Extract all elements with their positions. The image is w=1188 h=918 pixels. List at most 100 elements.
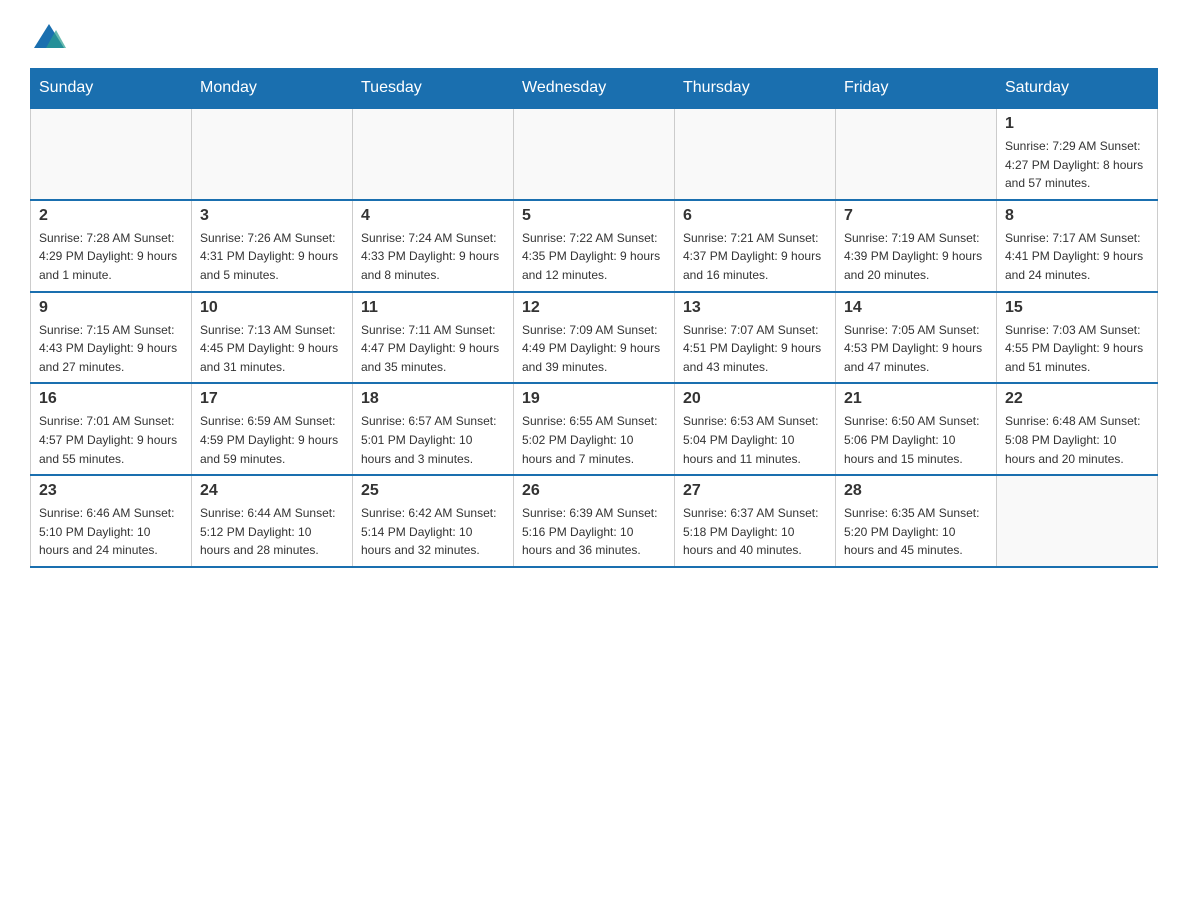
day-info: Sunrise: 6:42 AM Sunset: 5:14 PM Dayligh…: [361, 504, 505, 560]
day-info: Sunrise: 7:24 AM Sunset: 4:33 PM Dayligh…: [361, 229, 505, 285]
calendar-cell: 28 Sunrise: 6:35 AM Sunset: 5:20 PM Dayli…: [836, 475, 997, 567]
day-info: Sunrise: 7:19 AM Sunset: 4:39 PM Dayligh…: [844, 229, 988, 285]
page-header: [30, 20, 1158, 58]
calendar-cell: 8 Sunrise: 7:17 AM Sunset: 4:41 PM Daylig…: [997, 200, 1158, 292]
calendar-cell: 22 Sunrise: 6:48 AM Sunset: 5:08 PM Dayli…: [997, 383, 1158, 475]
day-number: 28: [844, 482, 988, 500]
day-info: Sunrise: 7:07 AM Sunset: 4:51 PM Dayligh…: [683, 321, 827, 377]
day-number: 25: [361, 482, 505, 500]
calendar-cell: [836, 108, 997, 200]
calendar-cell: 3 Sunrise: 7:26 AM Sunset: 4:31 PM Daylig…: [192, 200, 353, 292]
header-day-monday: Monday: [192, 69, 353, 109]
day-info: Sunrise: 6:53 AM Sunset: 5:04 PM Dayligh…: [683, 412, 827, 468]
calendar-cell: 26Sunrise: 6:39 AM Sunset: 5:16 PM Dayli…: [514, 475, 675, 567]
calendar-cell: 1 Sunrise: 7:29 AM Sunset: 4:27 PM Daylig…: [997, 108, 1158, 200]
day-info: Sunrise: 6:59 AM Sunset: 4:59 PM Dayligh…: [200, 412, 344, 468]
calendar-header: SundayMondayTuesdayWednesdayThursdayFrid…: [31, 69, 1158, 109]
calendar-cell: [997, 475, 1158, 567]
day-number: 12: [522, 299, 666, 317]
calendar-cell: 13 Sunrise: 7:07 AM Sunset: 4:51 PM Dayli…: [675, 292, 836, 384]
day-number: 8: [1005, 207, 1149, 225]
day-number: 16: [39, 390, 183, 408]
day-info: Sunrise: 6:55 AM Sunset: 5:02 PM Dayligh…: [522, 412, 666, 468]
day-number: 13: [683, 299, 827, 317]
calendar-cell: 25 Sunrise: 6:42 AM Sunset: 5:14 PM Dayli…: [353, 475, 514, 567]
calendar-cell: 10 Sunrise: 7:13 AM Sunset: 4:45 PM Dayli…: [192, 292, 353, 384]
day-number: 10: [200, 299, 344, 317]
calendar-cell: 23Sunrise: 6:46 AM Sunset: 5:10 PM Dayli…: [31, 475, 192, 567]
calendar-cell: 15 Sunrise: 7:03 AM Sunset: 4:55 PM Dayli…: [997, 292, 1158, 384]
day-info: Sunrise: 7:03 AM Sunset: 4:55 PM Dayligh…: [1005, 321, 1149, 377]
calendar-cell: 16 Sunrise: 7:01 AM Sunset: 4:57 PM Dayli…: [31, 383, 192, 475]
day-number: 18: [361, 390, 505, 408]
day-info: Sunrise: 6:48 AM Sunset: 5:08 PM Dayligh…: [1005, 412, 1149, 468]
day-number: 19: [522, 390, 666, 408]
day-number: 1: [1005, 115, 1149, 133]
day-info: Sunrise: 6:35 AM Sunset: 5:20 PM Dayligh…: [844, 504, 988, 560]
calendar-cell: 18Sunrise: 6:57 AM Sunset: 5:01 PM Dayli…: [353, 383, 514, 475]
header-day-tuesday: Tuesday: [353, 69, 514, 109]
calendar-cell: 11 Sunrise: 7:11 AM Sunset: 4:47 PM Dayli…: [353, 292, 514, 384]
week-row-4: 16 Sunrise: 7:01 AM Sunset: 4:57 PM Dayli…: [31, 383, 1158, 475]
header-day-saturday: Saturday: [997, 69, 1158, 109]
day-info: Sunrise: 7:13 AM Sunset: 4:45 PM Dayligh…: [200, 321, 344, 377]
day-number: 7: [844, 207, 988, 225]
header-row: SundayMondayTuesdayWednesdayThursdayFrid…: [31, 69, 1158, 109]
day-number: 4: [361, 207, 505, 225]
calendar-cell: 24Sunrise: 6:44 AM Sunset: 5:12 PM Dayli…: [192, 475, 353, 567]
calendar-cell: 27 Sunrise: 6:37 AM Sunset: 5:18 PM Dayli…: [675, 475, 836, 567]
header-day-friday: Friday: [836, 69, 997, 109]
day-info: Sunrise: 7:17 AM Sunset: 4:41 PM Dayligh…: [1005, 229, 1149, 285]
day-info: Sunrise: 7:22 AM Sunset: 4:35 PM Dayligh…: [522, 229, 666, 285]
day-number: 15: [1005, 299, 1149, 317]
calendar-cell: [31, 108, 192, 200]
day-info: Sunrise: 7:09 AM Sunset: 4:49 PM Dayligh…: [522, 321, 666, 377]
calendar-cell: [514, 108, 675, 200]
header-day-sunday: Sunday: [31, 69, 192, 109]
day-info: Sunrise: 6:50 AM Sunset: 5:06 PM Dayligh…: [844, 412, 988, 468]
calendar-cell: 12 Sunrise: 7:09 AM Sunset: 4:49 PM Dayli…: [514, 292, 675, 384]
calendar-cell: 19 Sunrise: 6:55 AM Sunset: 5:02 PM Dayli…: [514, 383, 675, 475]
week-row-3: 9 Sunrise: 7:15 AM Sunset: 4:43 PM Daylig…: [31, 292, 1158, 384]
calendar-cell: 4 Sunrise: 7:24 AM Sunset: 4:33 PM Daylig…: [353, 200, 514, 292]
logo-icon: [30, 20, 68, 58]
day-number: 27: [683, 482, 827, 500]
calendar-cell: 17 Sunrise: 6:59 AM Sunset: 4:59 PM Dayli…: [192, 383, 353, 475]
day-info: Sunrise: 6:37 AM Sunset: 5:18 PM Dayligh…: [683, 504, 827, 560]
calendar-cell: [353, 108, 514, 200]
day-number: 9: [39, 299, 183, 317]
header-day-wednesday: Wednesday: [514, 69, 675, 109]
day-info: Sunrise: 7:28 AM Sunset: 4:29 PM Dayligh…: [39, 229, 183, 285]
day-info: Sunrise: 7:05 AM Sunset: 4:53 PM Dayligh…: [844, 321, 988, 377]
calendar-cell: 2 Sunrise: 7:28 AM Sunset: 4:29 PM Daylig…: [31, 200, 192, 292]
day-info: Sunrise: 7:11 AM Sunset: 4:47 PM Dayligh…: [361, 321, 505, 377]
week-row-1: 1 Sunrise: 7:29 AM Sunset: 4:27 PM Daylig…: [31, 108, 1158, 200]
calendar-cell: [192, 108, 353, 200]
calendar-cell: [675, 108, 836, 200]
day-number: 2: [39, 207, 183, 225]
day-number: 26: [522, 482, 666, 500]
calendar-cell: 14Sunrise: 7:05 AM Sunset: 4:53 PM Dayli…: [836, 292, 997, 384]
calendar-table: SundayMondayTuesdayWednesdayThursdayFrid…: [30, 68, 1158, 568]
calendar-cell: 20 Sunrise: 6:53 AM Sunset: 5:04 PM Dayli…: [675, 383, 836, 475]
day-info: Sunrise: 7:26 AM Sunset: 4:31 PM Dayligh…: [200, 229, 344, 285]
day-info: Sunrise: 7:01 AM Sunset: 4:57 PM Dayligh…: [39, 412, 183, 468]
day-number: 3: [200, 207, 344, 225]
header-day-thursday: Thursday: [675, 69, 836, 109]
week-row-2: 2 Sunrise: 7:28 AM Sunset: 4:29 PM Daylig…: [31, 200, 1158, 292]
calendar-cell: 6 Sunrise: 7:21 AM Sunset: 4:37 PM Daylig…: [675, 200, 836, 292]
day-number: 20: [683, 390, 827, 408]
day-number: 22: [1005, 390, 1149, 408]
day-info: Sunrise: 6:46 AM Sunset: 5:10 PM Dayligh…: [39, 504, 183, 560]
day-number: 11: [361, 299, 505, 317]
day-info: Sunrise: 6:44 AM Sunset: 5:12 PM Dayligh…: [200, 504, 344, 560]
day-number: 17: [200, 390, 344, 408]
calendar-cell: 21Sunrise: 6:50 AM Sunset: 5:06 PM Dayli…: [836, 383, 997, 475]
day-info: Sunrise: 7:29 AM Sunset: 4:27 PM Dayligh…: [1005, 137, 1149, 193]
day-number: 6: [683, 207, 827, 225]
calendar-body: 1 Sunrise: 7:29 AM Sunset: 4:27 PM Daylig…: [31, 108, 1158, 567]
day-info: Sunrise: 7:15 AM Sunset: 4:43 PM Dayligh…: [39, 321, 183, 377]
day-info: Sunrise: 7:21 AM Sunset: 4:37 PM Dayligh…: [683, 229, 827, 285]
calendar-cell: 7 Sunrise: 7:19 AM Sunset: 4:39 PM Daylig…: [836, 200, 997, 292]
logo: [30, 20, 68, 58]
